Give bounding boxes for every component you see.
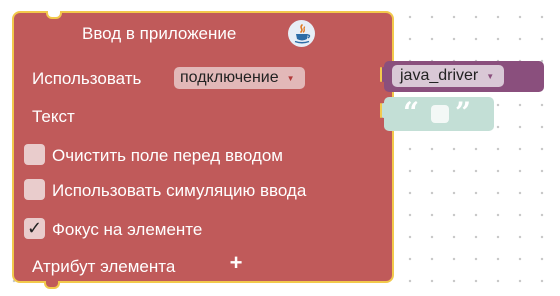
add-attribute-button[interactable]: + xyxy=(226,252,246,274)
chevron-down-icon: ▼ xyxy=(286,73,295,83)
element-attribute-label: Атрибут элемента xyxy=(32,257,176,276)
block-title: Ввод в приложение xyxy=(82,24,237,43)
close-quote-icon: ” xyxy=(455,96,472,129)
focus-element-checkbox[interactable]: ✓ xyxy=(24,218,45,239)
next-connector xyxy=(44,281,60,289)
connection-variable-dropdown[interactable]: java_driver ▼ xyxy=(392,65,505,87)
input-to-app-block[interactable]: Ввод в приложение Использовать подключен… xyxy=(12,11,394,289)
previous-connector xyxy=(46,11,62,19)
driver-socket-edge xyxy=(380,67,382,82)
clear-field-label: Очистить поле перед вводом xyxy=(52,146,283,165)
connection-variable-value: java_driver xyxy=(400,67,479,84)
connection-variable-block[interactable]: java_driver ▼ xyxy=(384,61,544,92)
chevron-down-icon: ▼ xyxy=(486,71,495,81)
simulate-input-label: Использовать симуляцию ввода xyxy=(52,181,307,200)
text-label: Текст xyxy=(32,107,75,126)
clear-field-checkbox[interactable] xyxy=(24,144,45,165)
text-socket-edge xyxy=(380,103,382,118)
connection-type-value: подключение xyxy=(180,69,279,86)
java-icon xyxy=(288,20,315,47)
simulate-input-checkbox[interactable] xyxy=(24,179,45,200)
text-string-block[interactable]: “ ” xyxy=(384,97,494,131)
connection-type-dropdown[interactable]: подключение ▼ xyxy=(174,67,305,89)
open-quote-icon: “ xyxy=(403,96,420,129)
focus-element-label: Фокус на элементе xyxy=(52,220,203,239)
use-label: Использовать xyxy=(32,69,142,88)
text-value-field[interactable] xyxy=(431,105,449,123)
